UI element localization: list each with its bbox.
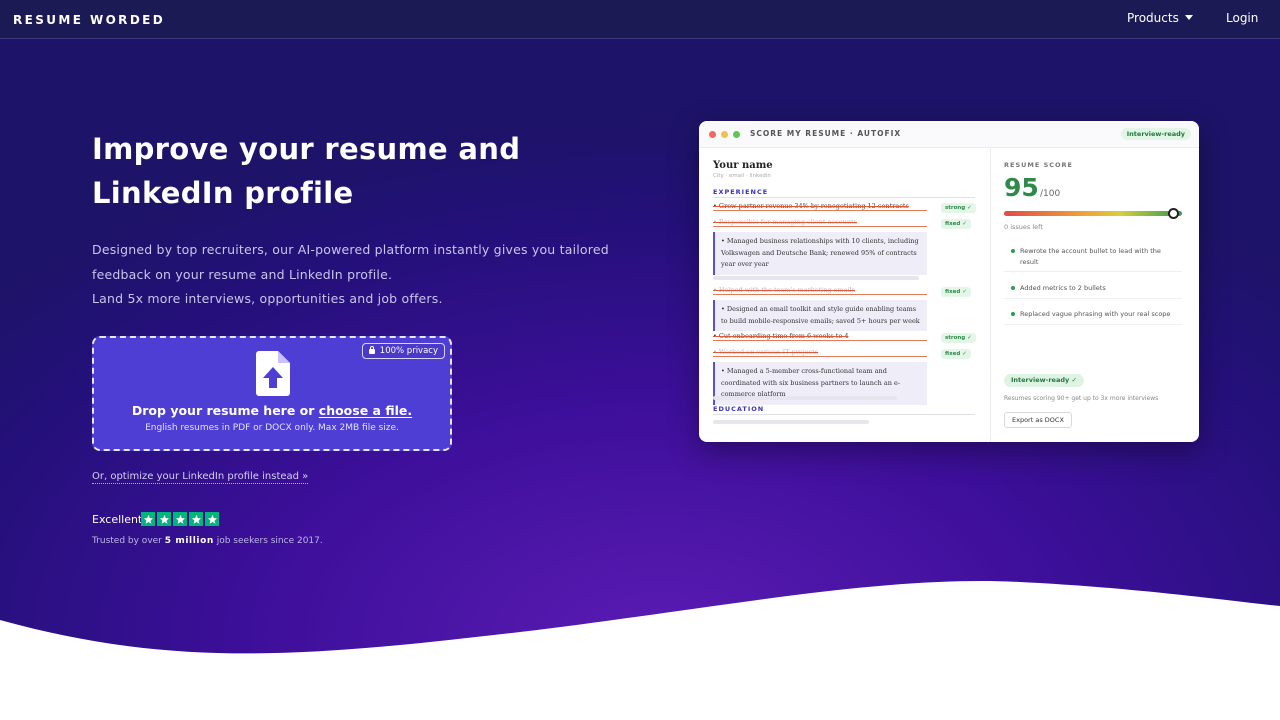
resume-contact: City · email · linkedin [713, 173, 771, 179]
app-preview-card: SCORE MY RESUME · AUTOFIX Interview-read… [699, 121, 1199, 442]
strike-marker [713, 340, 927, 341]
score-label: RESUME SCORE [1004, 161, 1073, 169]
dropzone-title-text: Drop your resume here or [131, 403, 319, 418]
resume-name: Your name [713, 160, 773, 171]
section-divider [713, 197, 975, 198]
products-menu[interactable]: Products [1127, 11, 1193, 25]
chevron-down-icon [1184, 15, 1193, 20]
login-link[interactable]: Login [1226, 11, 1258, 25]
placeholder-bar [713, 396, 897, 400]
trusted-suffix: job seekers since 2017. [213, 536, 323, 546]
strike-marker [713, 356, 927, 357]
score-total: /100 [1040, 189, 1061, 199]
lock-icon [368, 346, 375, 354]
resume-document: Your name City · email · linkedin EXPERI… [699, 148, 989, 442]
trusted-prefix: Trusted by over [92, 536, 165, 546]
dropzone-title: Drop your resume here or choose a file. [94, 403, 450, 418]
star-icon [157, 512, 171, 526]
resume-bullet: • Helped with the team's marketing email… [713, 286, 856, 294]
export-docx-button[interactable]: Export as DOCX [1004, 412, 1072, 428]
resume-bullet: • Responsible for managing client accoun… [713, 218, 857, 226]
resume-bullet: • Grew partner revenue 34% by renegotiat… [713, 202, 909, 210]
resume-bullet: • Cut onboarding time from 6 weeks to 4 [713, 332, 849, 340]
fix-item: Replaced vague phrasing with your real s… [1004, 305, 1182, 325]
strong-tag: strong ✓ [941, 203, 976, 213]
fixed-tag: fixed ✓ [941, 287, 971, 297]
dropzone-note: English resumes in PDF or DOCX only. Max… [145, 423, 399, 433]
window-minimize-dot [721, 131, 728, 138]
privacy-label: 100% privacy [379, 346, 438, 356]
section-education: EDUCATION [713, 405, 765, 413]
score-panel: RESUME SCORE 95 /100 0 issues left Rewro… [990, 148, 1199, 442]
score-meter-knob [1168, 208, 1180, 219]
strike-marker [713, 210, 927, 211]
products-label: Products [1127, 11, 1179, 25]
interview-ready-badge: Interview-ready ✓ [1004, 374, 1084, 387]
score-meter [1004, 208, 1182, 219]
brand-logo[interactable]: RESUME WORDED [13, 13, 165, 27]
placeholder-bar [713, 420, 869, 424]
placeholder-bar [713, 276, 919, 280]
top-navbar: RESUME WORDED Products Login [0, 0, 1280, 39]
hero-subtitle-line1: Designed by top recruiters, our AI-power… [92, 242, 609, 282]
trustpilot-stars [141, 512, 219, 526]
star-icon [141, 512, 155, 526]
issues-left: 0 issues left [1004, 223, 1043, 231]
star-icon [205, 512, 219, 526]
file-upload-icon [256, 351, 290, 396]
status-badge: Interview-ready [1120, 128, 1191, 140]
fixed-bullet: • Managed business relationships with 10… [713, 232, 927, 275]
window-titlebar: SCORE MY RESUME · AUTOFIX Interview-read… [699, 121, 1199, 148]
strike-marker [713, 294, 927, 295]
section-experience: EXPERIENCE [713, 188, 769, 196]
star-icon [173, 512, 187, 526]
hero-subtitle-line2: Land 5x more interviews, opportunities a… [92, 291, 443, 306]
resume-dropzone[interactable]: 100% privacy Drop your resume here or ch… [92, 336, 452, 451]
window-maximize-dot [733, 131, 740, 138]
privacy-badge: 100% privacy [361, 343, 445, 359]
fixed-bullet: • Designed an email toolkit and style gu… [713, 300, 927, 331]
fix-item: Added metrics to 2 bullets [1004, 279, 1182, 299]
window-close-dot [709, 131, 716, 138]
fix-item: Rewrote the account bullet to lead with … [1004, 242, 1182, 272]
rating-label: Excellent [92, 513, 143, 526]
fixed-tag: fixed ✓ [941, 219, 971, 229]
resume-bullet: • Worked on various IT projects [713, 348, 819, 356]
score-value: 95 [1004, 173, 1039, 202]
section-divider [713, 414, 975, 415]
fixed-tag: fixed ✓ [941, 349, 971, 359]
linkedin-optimize-link[interactable]: Or, optimize your LinkedIn profile inste… [92, 471, 309, 484]
choose-file-link[interactable]: choose a file. [319, 403, 412, 418]
score-note: Resumes scoring 90+ get up to 3x more in… [1004, 395, 1159, 402]
star-icon [189, 512, 203, 526]
strong-tag: strong ✓ [941, 333, 976, 343]
strike-marker [713, 226, 927, 227]
page-title: Improve your resume and LinkedIn profile [92, 132, 521, 210]
hero-subtitle: Designed by top recruiters, our AI-power… [92, 238, 612, 312]
trusted-text: Trusted by over 5 million job seekers si… [92, 536, 323, 546]
app-title: SCORE MY RESUME · AUTOFIX [750, 129, 902, 138]
trusted-count: 5 million [164, 536, 214, 546]
